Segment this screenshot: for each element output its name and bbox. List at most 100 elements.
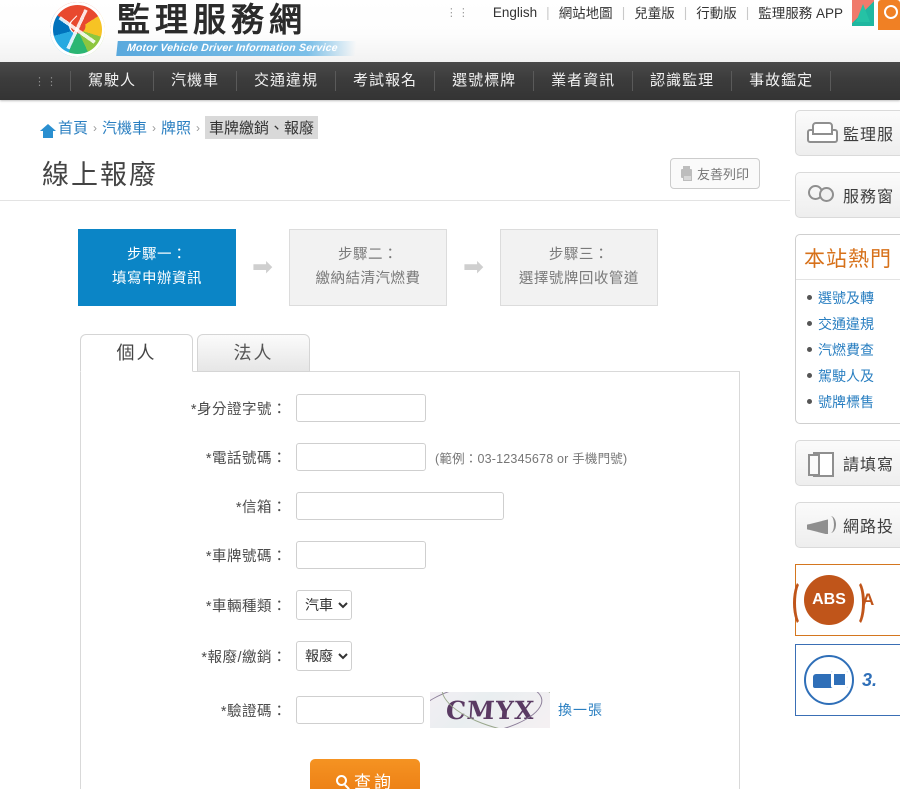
breadcrumb-arrow: › [196,120,201,135]
hot-links-list: 選號及轉 交通違規 汽燃費查 駕駛人及 號牌標售 [796,286,900,415]
nav-item-vehicles[interactable]: 汽機車 [154,71,238,91]
sidebar-item-fill-form-label: 請填寫 [843,457,895,475]
breadcrumb: 首頁 › 汽機車 › 牌照 › 車牌繳銷、報廢 [0,100,790,139]
field-row-id-number: *身分證字號： [81,394,739,422]
plate-number-input[interactable] [296,541,426,569]
phone-hint: (範例：03-12345678 or 手機門號) [435,451,628,466]
sidebar-item-online-complaint[interactable]: 網路投 [795,502,900,549]
nav-item-exam[interactable]: 考試報名 [336,71,436,91]
top-link-mobile[interactable]: 行動版 [687,2,746,22]
nav-item-industry[interactable]: 業者資訊 [534,71,634,91]
home-icon [40,124,56,138]
step-2[interactable]: 步驟二： 繳納結清汽燃費 [288,229,447,306]
printer-icon [680,166,692,181]
hot-link-item[interactable]: 交通違規 [807,312,900,338]
breadcrumb-item-license[interactable]: 牌照 [161,117,191,138]
hot-link-item[interactable]: 汽燃費查 [807,338,900,364]
page-body: 首頁 › 汽機車 › 牌照 › 車牌繳銷、報廢 線上報廢 友善列印 步驟一： 填… [0,100,900,789]
captcha-input[interactable] [296,696,424,724]
megaphone-icon [806,512,836,538]
tab-personal[interactable]: 個人 [80,334,193,372]
field-row-action-type: *報廢/繳銷： 報廢 [81,641,739,671]
sidebar-item-service-counter[interactable]: 服務窗 [795,172,900,218]
step-arrow-icon: ➡ [252,253,273,281]
label-plate-number: *車牌號碼： [205,548,287,565]
banner-truck[interactable]: 3. [795,644,900,717]
label-action-type: *報廢/繳銷： [201,649,287,666]
search-icon [336,775,347,786]
label-captcha: *驗證碼： [220,703,287,720]
sidebar-item-station-info[interactable]: 監理服 [795,110,900,156]
step-1[interactable]: 步驟一： 填寫申辦資訊 [78,229,236,306]
banner-abs[interactable]: ABS A [793,564,900,637]
logo-title: 監理服務網 [117,0,307,40]
tab-corporate[interactable]: 法人 [197,334,310,372]
label-vehicle-type: *車輛種類： [205,598,287,615]
sidebar: 監理服 服務窗 本站熱門 選號及轉 交通違規 汽燃費查 駕駛人及 號牌標售 請填… [790,100,900,789]
site-logo[interactable]: 監理服務網 Motor Vehicle Driver Information S… [50,0,357,57]
id-number-input[interactable] [296,394,426,422]
sidebar-item-service-counter-label: 服務窗 [843,189,895,206]
banner-truck-text: 3. [862,670,878,691]
breadcrumb-item-vehicles[interactable]: 汽機車 [102,117,147,138]
breadcrumb-arrow: › [93,120,98,135]
field-row-phone: *電話號碼： (範例：03-12345678 or 手機門號) [81,443,739,471]
hot-link-item[interactable]: 選號及轉 [807,286,900,312]
breadcrumb-item-home[interactable]: 首頁 [58,117,88,138]
search-button[interactable]: 查詢 [310,759,420,789]
hot-links-box: 本站熱門 選號及轉 交通違規 汽燃費查 駕駛人及 號牌標售 [795,234,900,425]
taiwan-gov-icon[interactable] [852,0,874,26]
captcha-image-text: CMYX [444,695,536,725]
vehicle-type-select[interactable]: 汽車 [296,590,352,620]
email-input[interactable] [296,492,504,520]
step-arrow-icon: ➡ [462,253,484,281]
page-title-row: 線上報廢 友善列印 [0,147,790,201]
main-navigation: ⋮⋮ 駕駛人 汽機車 交通違規 考試報名 選號標牌 業者資訊 認識監理 事故鑑定 [0,62,900,100]
abs-icon: ABS [793,575,865,628]
top-bar: 監理服務網 Motor Vehicle Driver Information S… [0,0,900,62]
label-phone: *電話號碼： [205,450,287,467]
step-1-line2: 填寫申辦資訊 [112,270,202,287]
page-title: 線上報廢 [42,160,158,190]
label-id-number: *身分證字號： [190,401,287,418]
captcha-refresh-link[interactable]: 換一張 [558,700,603,720]
nav-item-violations[interactable]: 交通違規 [237,71,337,91]
orange-badge-icon[interactable] [878,0,900,30]
truck-icon [804,655,854,706]
search-button-label: 查詢 [354,773,394,789]
top-link-sitemap[interactable]: 網站地圖 [550,2,622,22]
logo-mark-icon [50,2,105,57]
step-1-line1: 步驟一： [127,247,187,264]
logo-text: 監理服務網 Motor Vehicle Driver Information S… [116,0,357,56]
nav-grip-icon: ⋮⋮ [34,75,58,88]
field-row-plate-number: *車牌號碼： [81,541,739,569]
nav-item-about[interactable]: 認識監理 [633,71,733,91]
step-2-line1: 步驟二： [337,247,398,264]
top-link-kids[interactable]: 兒童版 [625,2,684,22]
sidebar-item-fill-form[interactable]: 請填寫 [795,440,900,487]
top-link-english[interactable]: English [484,5,546,20]
nav-item-accident[interactable]: 事故鑑定 [732,71,832,91]
phone-input[interactable] [296,443,426,471]
print-button[interactable]: 友善列印 [669,158,760,189]
step-3[interactable]: 步驟三： 選擇號牌回收管道 [499,229,658,306]
breadcrumb-item-current: 車牌繳銷、報廢 [205,116,319,139]
main-content: 首頁 › 汽機車 › 牌照 › 車牌繳銷、報廢 線上報廢 友善列印 步驟一： 填… [0,100,790,789]
hot-link-item[interactable]: 駕駛人及 [807,364,900,390]
grip-dots-icon: ⋮⋮ [445,6,470,19]
action-type-select[interactable]: 報廢 [296,641,352,671]
form-tabs: 個人 法人 [0,306,790,372]
top-link-app[interactable]: 監理服務 APP [749,2,852,22]
nav-item-plates[interactable]: 選號標牌 [435,71,535,91]
hot-link-item[interactable]: 號牌標售 [807,390,900,416]
sidebar-item-online-complaint-label: 網路投 [843,519,895,537]
captcha-image: CMYX [430,692,550,728]
nav-item-drivers[interactable]: 駕駛人 [70,71,155,91]
document-icon [806,450,836,478]
step-indicator: 步驟一： 填寫申辦資訊 ➡ 步驟二： 繳納結清汽燃費 ➡ 步驟三： 選擇號牌回收… [0,201,790,306]
top-utility-links: ⋮⋮ English | 網站地圖 | 兒童版 | 行動版 | 監理服務 APP [446,2,852,22]
breadcrumb-arrow: › [152,120,157,135]
submit-row: 查詢 [81,749,649,789]
step-3-line1: 步驟三： [548,247,609,264]
logo-subtitle: Motor Vehicle Driver Information Service [116,40,357,56]
